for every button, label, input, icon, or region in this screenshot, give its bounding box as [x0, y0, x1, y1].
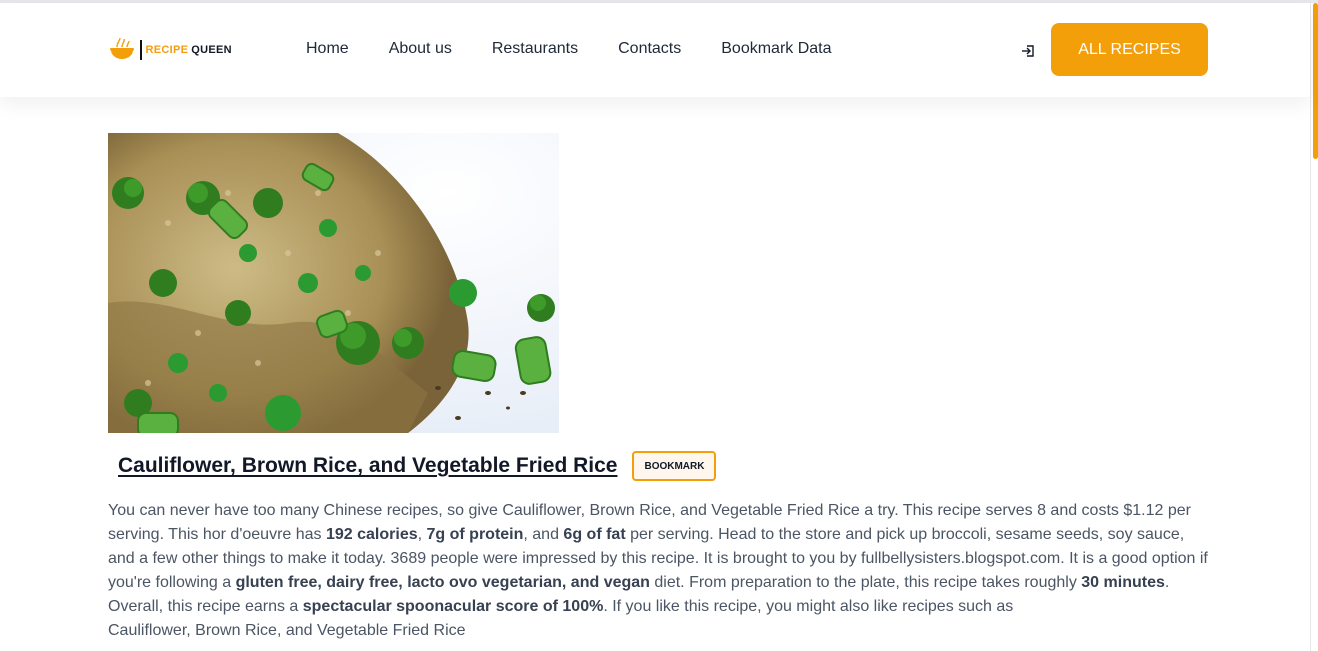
all-recipes-button[interactable]: ALL RECIPES: [1051, 23, 1208, 76]
similar-recipe-link[interactable]: Cauliflower, Brown Rice, and Vegetable F…: [108, 622, 466, 639]
fried-rice-photo: [108, 133, 559, 433]
fried-rice-image: [108, 133, 559, 433]
recipe-summary: You can never have too many Chinese reci…: [108, 499, 1208, 643]
recipe-title-row: Cauliflower, Brown Rice, and Vegetable F…: [118, 451, 717, 481]
bowl-logo-icon: [110, 37, 134, 59]
summary-score: spectacular spoonacular score of 100%: [302, 598, 604, 615]
site-header: RECIPE QUEEN Home About us Restaurants C…: [0, 3, 1310, 97]
logo[interactable]: RECIPE QUEEN: [108, 35, 232, 65]
nav-bookmark-data[interactable]: Bookmark Data: [721, 39, 831, 59]
summary-fat: 6g of fat: [563, 526, 626, 543]
nav-about-us[interactable]: About us: [389, 39, 452, 59]
logo-text-accent: RECIPE: [145, 44, 189, 56]
nav-home[interactable]: Home: [306, 39, 349, 59]
summary-diets: gluten free, dairy free, lacto ovo veget…: [235, 574, 650, 591]
scrollbar[interactable]: [1310, 3, 1318, 651]
summary-protein: 7g of protein: [426, 526, 524, 543]
summary-text: , and: [523, 526, 564, 543]
login-icon[interactable]: [1020, 43, 1036, 59]
summary-text: . If you like this recipe, you might als…: [603, 598, 1014, 615]
summary-text: ,: [417, 526, 427, 543]
bookmark-button[interactable]: BOOKMARK: [632, 451, 717, 481]
nav-contacts[interactable]: Contacts: [618, 39, 681, 59]
main-nav: Home About us Restaurants Contacts Bookm…: [306, 39, 872, 59]
scrollbar-thumb[interactable]: [1313, 3, 1318, 159]
summary-time: 30 minutes: [1081, 574, 1165, 591]
logo-text-main: QUEEN: [191, 44, 232, 56]
logo-divider: [140, 40, 142, 60]
recipe-title[interactable]: Cauliflower, Brown Rice, and Vegetable F…: [118, 454, 617, 478]
summary-calories: 192 calories: [325, 526, 418, 543]
nav-restaurants[interactable]: Restaurants: [492, 39, 578, 59]
summary-text: diet. From preparation to the plate, thi…: [649, 574, 1082, 591]
